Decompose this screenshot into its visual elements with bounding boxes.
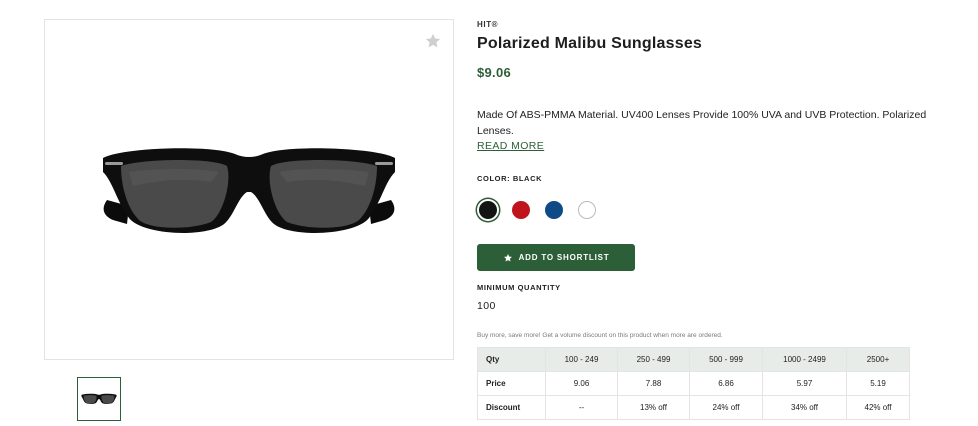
column-header: 100 - 249	[545, 347, 618, 372]
add-to-shortlist-button[interactable]: ADD TO SHORTLIST	[477, 244, 635, 271]
color-swatch-white[interactable]	[578, 201, 596, 219]
read-more-link[interactable]: READ MORE	[477, 140, 544, 152]
table-cell: --	[545, 395, 618, 420]
table-cell: 34% off	[762, 395, 847, 420]
color-swatch-black[interactable]	[479, 201, 497, 219]
column-header: 1000 - 2499	[762, 347, 847, 372]
product-price: $9.06	[477, 65, 512, 80]
table-cell: 6.86	[689, 371, 763, 396]
minimum-quantity-label: MINIMUM QUANTITY	[477, 283, 561, 292]
shortlist-button-label: ADD TO SHORTLIST	[518, 253, 610, 262]
volume-discount-note: Buy more, save more! Get a volume discou…	[477, 332, 723, 339]
volume-pricing-table: Qty 100 - 249 250 - 499 500 - 999 1000 -…	[477, 347, 910, 420]
brand-label: HIT®	[477, 20, 499, 29]
sunglasses-thumbnail-image	[81, 393, 117, 404]
product-title: Polarized Malibu Sunglasses	[477, 35, 703, 52]
minimum-quantity-value: 100	[477, 300, 496, 312]
table-row: Discount -- 13% off 24% off 34% off 42% …	[477, 395, 910, 420]
star-icon	[503, 253, 512, 262]
table-cell: 9.06	[545, 371, 618, 396]
table-cell: 5.19	[846, 371, 910, 396]
table-row: Price 9.06 7.88 6.86 5.97 5.19	[477, 371, 910, 396]
table-cell: 5.97	[762, 371, 847, 396]
column-header: 2500+	[846, 347, 910, 372]
color-swatch-red[interactable]	[512, 201, 530, 219]
product-thumbnail[interactable]	[77, 377, 121, 421]
product-image-panel	[44, 19, 454, 360]
column-header: 500 - 999	[689, 347, 763, 372]
color-label: COLOR: BLACK	[477, 174, 543, 183]
column-header: 250 - 499	[617, 347, 690, 372]
table-header-row: Qty 100 - 249 250 - 499 500 - 999 1000 -…	[477, 347, 910, 372]
table-cell: 7.88	[617, 371, 690, 396]
table-cell: 13% off	[617, 395, 690, 420]
row-header: Discount	[477, 395, 546, 420]
table-cell: 24% off	[689, 395, 763, 420]
product-description: Made Of ABS-PMMA Material. UV400 Lenses …	[477, 109, 927, 137]
color-swatch-blue[interactable]	[545, 201, 563, 219]
table-cell: 42% off	[846, 395, 910, 420]
favorite-star-icon[interactable]	[423, 31, 443, 51]
column-header: Qty	[477, 347, 546, 372]
sunglasses-image	[103, 148, 395, 233]
row-header: Price	[477, 371, 546, 396]
